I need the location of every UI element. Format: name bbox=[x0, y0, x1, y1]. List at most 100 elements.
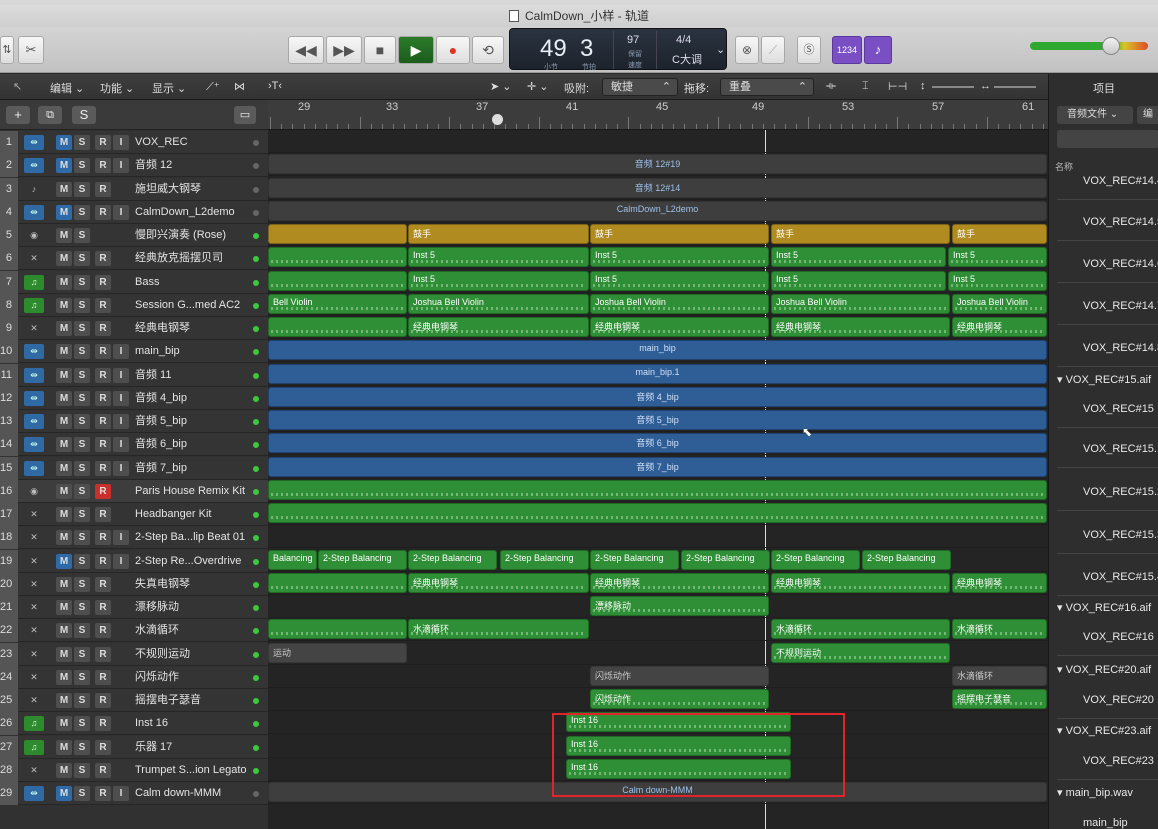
solo-button[interactable]: S bbox=[74, 274, 90, 290]
browser-item[interactable]: VOX_REC#16 bbox=[1049, 631, 1158, 643]
region[interactable]: 摇摆电子瑟音 bbox=[952, 689, 1047, 709]
track-name[interactable]: CalmDown_L2demo bbox=[135, 201, 247, 224]
solo-button[interactable]: S bbox=[74, 251, 90, 267]
input-monitor-button[interactable]: I bbox=[113, 344, 129, 360]
track-name[interactable]: 不规则运动 bbox=[135, 643, 247, 666]
solo-icon[interactable]: Ⓢ bbox=[797, 36, 821, 64]
track-name[interactable]: 慢即兴演奏 (Rose) bbox=[135, 224, 247, 247]
region[interactable]: 经典电钢琴 bbox=[952, 317, 1047, 337]
vertical-zoom-icon[interactable]: ↕ bbox=[920, 80, 926, 92]
region[interactable] bbox=[268, 270, 407, 291]
track-row[interactable]: 6 ✕ M S R 经典放克摇摆贝司 bbox=[0, 247, 268, 271]
track-name[interactable]: 经典电钢琴 bbox=[135, 317, 247, 340]
add-track-button[interactable]: + bbox=[6, 106, 30, 124]
browser-group[interactable]: ▾ main_bip.wav bbox=[1049, 786, 1158, 799]
track-name[interactable]: 摇摆电子瑟音 bbox=[135, 689, 247, 712]
track-name[interactable]: 闪烁动作 bbox=[135, 666, 247, 689]
record-enable-button[interactable]: R bbox=[95, 367, 111, 383]
browser-group[interactable]: ▾ VOX_REC#16.aif bbox=[1049, 601, 1158, 614]
solo-button[interactable]: S bbox=[74, 530, 90, 546]
region[interactable]: 鼓手 bbox=[590, 224, 769, 244]
mixer-icon[interactable]: ⇅ bbox=[0, 36, 14, 64]
master-volume-slider[interactable] bbox=[1030, 37, 1148, 55]
mute-button[interactable]: M bbox=[56, 553, 72, 569]
record-enable-button[interactable]: R bbox=[95, 786, 111, 801]
solo-button[interactable]: S bbox=[74, 693, 90, 708]
track-row[interactable]: 14 ⇹ M S R I 音频 6_bip bbox=[0, 433, 268, 457]
track-name[interactable]: Headbanger Kit bbox=[135, 503, 247, 526]
mute-button[interactable]: M bbox=[56, 274, 72, 290]
disclosure-icon[interactable]: ▾ bbox=[1057, 602, 1066, 614]
track-name[interactable]: Bass bbox=[135, 271, 247, 294]
region[interactable]: 音频 4_bip bbox=[268, 386, 1047, 407]
record-enable-button[interactable]: R bbox=[95, 181, 111, 197]
region[interactable]: 经典电钢琴 bbox=[771, 317, 950, 337]
track-row[interactable]: 21 ✕ M S R 漂移脉动 bbox=[0, 596, 268, 619]
browser-edit-button[interactable]: 编 bbox=[1137, 106, 1158, 124]
track-options-icon[interactable]: ▭ bbox=[234, 106, 256, 124]
track-name[interactable]: 音频 4_bip bbox=[135, 387, 247, 410]
track-row[interactable]: 12 ⇹ M S R I 音频 4_bip bbox=[0, 386, 268, 410]
region[interactable]: Joshua Bell Violin bbox=[952, 293, 1047, 314]
mute-button[interactable]: M bbox=[56, 739, 72, 755]
duplicate-track-icon[interactable]: ⧉ bbox=[38, 106, 62, 124]
region[interactable]: 经典电钢琴 bbox=[952, 572, 1047, 593]
mute-button[interactable]: M bbox=[56, 135, 72, 150]
functions-menu[interactable]: 功能 ⌄ bbox=[100, 80, 134, 96]
mute-button[interactable]: M bbox=[56, 716, 72, 732]
vertical-fit-icon[interactable]: ⌶ bbox=[862, 80, 869, 93]
forward-button[interactable]: ▶▶ bbox=[326, 36, 362, 64]
track-row[interactable]: 22 ✕ M S R 水滴循环 bbox=[0, 619, 268, 643]
input-monitor-button[interactable]: I bbox=[113, 786, 129, 801]
pencil-icon[interactable]: ⟋ bbox=[761, 36, 785, 64]
track-row[interactable]: 26 ♫ M S R Inst 16 bbox=[0, 712, 268, 736]
record-enable-button[interactable]: R bbox=[95, 669, 111, 685]
metronome-icon[interactable]: ♪ bbox=[864, 36, 892, 64]
region[interactable]: 不规则运动 bbox=[771, 642, 950, 663]
track-row[interactable]: 5 ◉ M S 慢即兴演奏 (Rose) bbox=[0, 224, 268, 247]
input-monitor-button[interactable]: I bbox=[113, 414, 129, 429]
region[interactable]: 音频 12#14 bbox=[268, 177, 1047, 198]
solo-button[interactable]: S bbox=[74, 739, 90, 755]
record-enable-button[interactable]: R bbox=[95, 274, 111, 290]
track-name[interactable]: 施坦威大钢琴 bbox=[135, 178, 247, 201]
mute-button[interactable]: M bbox=[56, 437, 72, 453]
track-row[interactable]: 16 ◉ M S R Paris House Remix Kit bbox=[0, 479, 268, 503]
solo-button[interactable]: S bbox=[74, 507, 90, 522]
solo-button[interactable]: S bbox=[74, 297, 90, 313]
mute-button[interactable]: M bbox=[56, 693, 72, 708]
mute-button[interactable]: M bbox=[56, 251, 72, 267]
track-row[interactable]: 24 ✕ M S R 闪烁动作 bbox=[0, 665, 268, 689]
mute-button[interactable]: M bbox=[56, 460, 72, 476]
solo-button[interactable]: S bbox=[74, 181, 90, 197]
signature-value[interactable]: 4/4 bbox=[676, 34, 691, 46]
region[interactable]: 经典电钢琴 bbox=[590, 317, 769, 337]
scissors-icon[interactable]: ✂ bbox=[18, 36, 44, 64]
region[interactable]: Inst 5 bbox=[948, 247, 1047, 268]
browser-item[interactable]: VOX_REC#14.8 bbox=[1049, 342, 1158, 354]
browser-item[interactable]: VOX_REC#14.6 bbox=[1049, 258, 1158, 270]
region[interactable]: 2-Step Balancing bbox=[500, 549, 589, 570]
count-in-button[interactable]: 1234 bbox=[832, 36, 862, 64]
region[interactable]: 经典电钢琴 bbox=[590, 572, 769, 593]
track-name[interactable]: Calm down-MMM bbox=[135, 782, 247, 805]
region[interactable]: 经典电钢琴 bbox=[408, 317, 589, 337]
solo-button[interactable]: S bbox=[74, 553, 90, 569]
browser-item[interactable]: VOX_REC#15.1 bbox=[1049, 443, 1158, 455]
solo-button[interactable]: S bbox=[74, 367, 90, 383]
track-name[interactable]: main_bip bbox=[135, 340, 247, 363]
record-enable-button[interactable]: R bbox=[95, 693, 111, 708]
track-row[interactable]: 8 ♫ M S R Session G...med AC2 bbox=[0, 293, 268, 317]
track-row[interactable]: 19 ✕ M S R I 2-Step Re...Overdrive bbox=[0, 549, 268, 573]
track-name[interactable]: 音频 11 bbox=[135, 364, 247, 387]
record-enable-button[interactable]: R bbox=[95, 553, 111, 569]
browser-group[interactable]: ▾ VOX_REC#23.aif bbox=[1049, 724, 1158, 737]
track-name[interactable]: 音频 7_bip bbox=[135, 457, 247, 480]
solo-button[interactable]: S bbox=[74, 158, 90, 174]
region[interactable]: 音频 7_bip bbox=[268, 456, 1047, 477]
mute-button[interactable]: M bbox=[56, 762, 72, 778]
region[interactable]: 水滴循环 bbox=[952, 665, 1047, 686]
input-monitor-button[interactable]: I bbox=[113, 437, 129, 453]
back-icon[interactable]: ↖ bbox=[13, 80, 22, 93]
track-row[interactable]: 29 ⇹ M S R I Calm down-MMM bbox=[0, 782, 268, 805]
